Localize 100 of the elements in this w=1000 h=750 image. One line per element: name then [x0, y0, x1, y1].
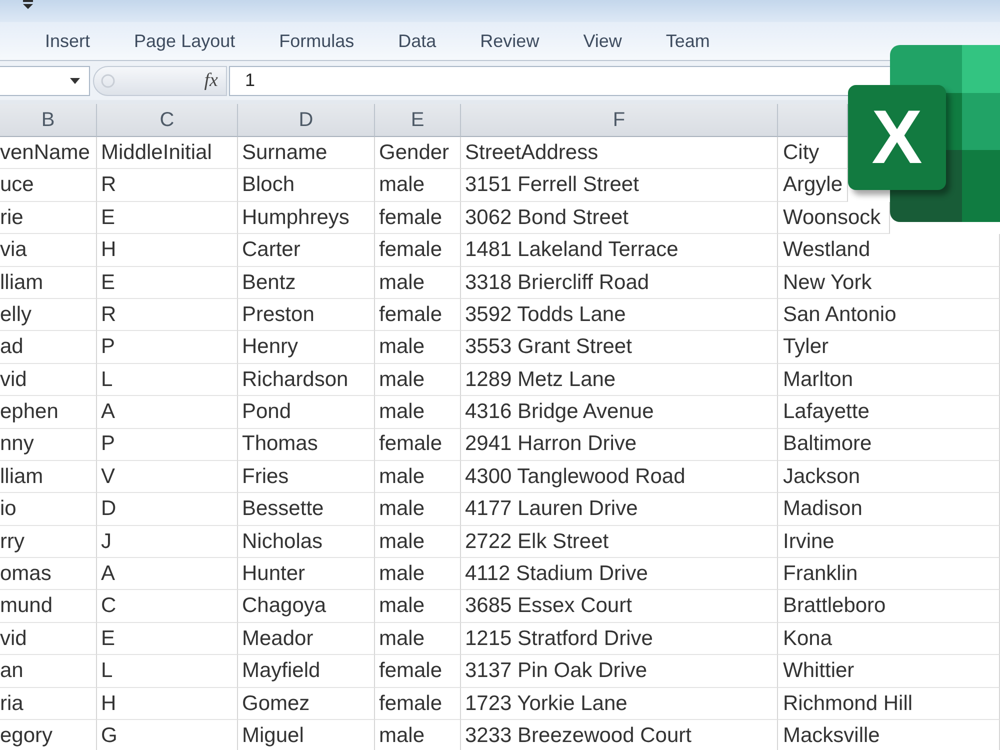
table-cell: A	[97, 396, 238, 429]
table-cell: male	[375, 526, 461, 558]
table-cell: L	[97, 655, 238, 688]
table-cell: female	[375, 428, 461, 461]
table-cell: female	[375, 688, 461, 720]
table-cell: C	[97, 590, 238, 623]
ribbon-tab[interactable]: Insert	[23, 26, 112, 56]
table-cell: female	[375, 234, 461, 267]
table-cell: V	[97, 460, 238, 494]
table-cell: ad	[0, 331, 97, 364]
table-cell: Marlton	[778, 364, 1000, 396]
table-cell: male	[375, 266, 461, 299]
table-cell: venName	[0, 137, 97, 170]
table-cell: E	[97, 202, 238, 234]
table-cell: male	[375, 364, 461, 396]
ribbon-tab[interactable]: Team	[644, 26, 732, 56]
table-cell: female	[375, 655, 461, 688]
column-header[interactable]: C	[97, 104, 238, 137]
table-cell: an	[0, 655, 97, 688]
column-header[interactable]: B	[0, 104, 97, 137]
table-cell: StreetAddress	[461, 137, 778, 170]
table-cell: rie	[0, 202, 97, 234]
ribbon-tab[interactable]: View	[561, 26, 644, 56]
table-cell: lliam	[0, 266, 97, 299]
table-cell: San Antonio	[778, 298, 1000, 332]
table-cell: Richardson	[238, 364, 375, 396]
table-cell: Carter	[238, 234, 375, 267]
table-cell: lliam	[0, 460, 97, 494]
table-cell: male	[375, 493, 461, 526]
table-cell: Bloch	[238, 169, 375, 202]
table-cell: 4177 Lauren Drive	[461, 493, 778, 526]
table-cell: Gomez	[238, 688, 375, 720]
table-cell: 3553 Grant Street	[461, 331, 778, 364]
table-cell: R	[97, 298, 238, 332]
ribbon-tab[interactable]: Review	[458, 26, 562, 56]
table-cell: Gender	[375, 137, 461, 170]
table-cell: male	[375, 331, 461, 364]
table-cell: Jackson	[778, 460, 1000, 494]
table-cell: 2722 Elk Street	[461, 526, 778, 558]
table-cell: Nicholas	[238, 526, 375, 558]
table-cell: Franklin	[778, 558, 1000, 590]
table-cell: Macksville	[778, 720, 1000, 750]
table-cell: Pond	[238, 396, 375, 429]
table-cell: P	[97, 331, 238, 364]
ribbon-tab[interactable]: Data	[376, 26, 458, 56]
table-cell: male	[375, 590, 461, 623]
table-cell: ria	[0, 688, 97, 720]
ribbon-tab[interactable]: Formulas	[257, 26, 376, 56]
table-cell: uce	[0, 169, 97, 202]
table-cell: Chagoya	[238, 590, 375, 623]
table-cell: omas	[0, 558, 97, 590]
column-header[interactable]: D	[238, 104, 375, 137]
table-cell: D	[97, 493, 238, 526]
table-cell: E	[97, 622, 238, 656]
table-cell: 4112 Stadium Drive	[461, 558, 778, 590]
table-cell: Kona	[778, 622, 1000, 656]
table-cell: 1289 Metz Lane	[461, 364, 778, 396]
table-cell: male	[375, 460, 461, 494]
table-cell: ephen	[0, 396, 97, 429]
table-cell: male	[375, 622, 461, 656]
table-cell: Tyler	[778, 331, 1000, 364]
table-cell: Thomas	[238, 428, 375, 461]
table-cell: J	[97, 526, 238, 558]
table-cell: via	[0, 234, 97, 267]
table-cell: 2941 Harron Drive	[461, 428, 778, 461]
table-cell: 3685 Essex Court	[461, 590, 778, 623]
circle-icon	[101, 74, 115, 88]
table-cell: 4300 Tanglewood Road	[461, 460, 778, 494]
table-cell: Richmond Hill	[778, 688, 1000, 720]
table-cell: male	[375, 558, 461, 590]
table-cell: 3592 Todds Lane	[461, 298, 778, 332]
table-cell: Mayfield	[238, 655, 375, 688]
table-cell: egory	[0, 720, 97, 750]
column-header[interactable]: E	[375, 104, 461, 137]
table-cell: male	[375, 169, 461, 202]
table-cell: mund	[0, 590, 97, 623]
table-cell: Baltimore	[778, 428, 1000, 461]
table-cell: rry	[0, 526, 97, 558]
dropdown-arrow-icon[interactable]	[22, 0, 34, 9]
table-cell: Bessette	[238, 493, 375, 526]
table-cell: 1723 Yorkie Lane	[461, 688, 778, 720]
table-cell: male	[375, 396, 461, 429]
table-cell: male	[375, 720, 461, 750]
column-header[interactable]: F	[461, 104, 778, 137]
table-cell: R	[97, 169, 238, 202]
table-cell: nny	[0, 428, 97, 461]
caret-down-icon[interactable]	[70, 78, 80, 84]
table-cell: 1215 Stratford Drive	[461, 622, 778, 656]
table-cell: MiddleInitial	[97, 137, 238, 170]
table-cell: Meador	[238, 622, 375, 656]
table-cell: Brattleboro	[778, 590, 1000, 623]
table-cell: Henry	[238, 331, 375, 364]
table-cell: Irvine	[778, 526, 1000, 558]
table-cell: Lafayette	[778, 396, 1000, 429]
table-cell: H	[97, 234, 238, 267]
insert-function-button[interactable]: fx	[201, 71, 221, 90]
table-cell: 4316 Bridge Avenue	[461, 396, 778, 429]
formula-field[interactable]: 1	[229, 66, 890, 96]
table-cell: E	[97, 266, 238, 299]
ribbon-tab[interactable]: Page Layout	[112, 26, 258, 56]
